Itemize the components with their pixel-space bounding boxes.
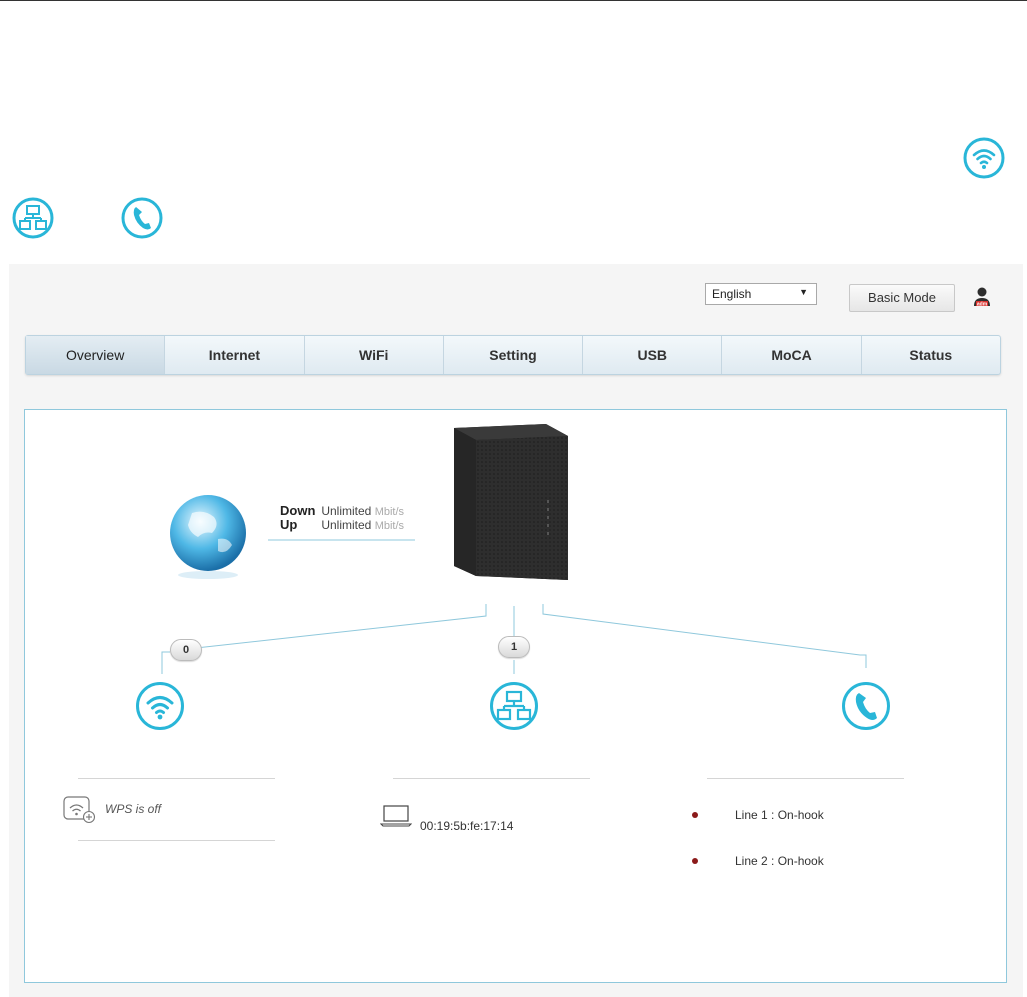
wps-status: WPS is off xyxy=(105,802,162,816)
down-value: Unlimited xyxy=(321,504,372,518)
lan-icon xyxy=(11,196,55,240)
svg-text:adm: adm xyxy=(977,301,988,307)
line-2-status: Line 2 : On-hook xyxy=(735,854,824,868)
tab-setting[interactable]: Setting xyxy=(444,336,584,374)
wifi-divider-bottom xyxy=(78,840,275,841)
device-mac: 00:19:5b:fe:17:14 xyxy=(420,819,514,833)
user-icon[interactable]: adm xyxy=(970,285,994,309)
globe-icon xyxy=(162,489,254,581)
main-tabs: Overview Internet WiFi Setting USB MoCA … xyxy=(25,335,1001,375)
line-1-status-dot xyxy=(692,812,698,818)
up-value: Unlimited xyxy=(321,518,372,532)
wifi-icon[interactable] xyxy=(134,680,186,737)
tab-overview[interactable]: Overview xyxy=(26,336,166,374)
line-2-status-dot xyxy=(692,858,698,864)
chevron-down-icon: ▼ xyxy=(799,287,808,297)
lan-icon[interactable] xyxy=(488,680,540,737)
wps-icon[interactable] xyxy=(63,796,97,824)
up-unit: Mbit/s xyxy=(374,520,405,532)
wifi-count-badge: 0 xyxy=(170,639,202,661)
tab-wifi[interactable]: WiFi xyxy=(305,336,444,374)
phone-icon xyxy=(120,196,164,240)
tab-moca[interactable]: MoCA xyxy=(722,336,862,374)
down-speed: Down Unlimited Mbit/s xyxy=(280,503,404,518)
language-value: English xyxy=(712,287,752,301)
up-label: Up xyxy=(280,517,298,532)
laptop-icon xyxy=(379,805,413,827)
language-select[interactable]: English ▼ xyxy=(705,283,817,305)
wifi-divider-top xyxy=(78,778,275,779)
tab-internet[interactable]: Internet xyxy=(165,336,305,374)
router-image xyxy=(452,424,570,582)
lan-count-badge: 1 xyxy=(498,636,530,658)
up-speed: Up Unlimited Mbit/s xyxy=(280,517,404,532)
lan-divider xyxy=(393,778,590,779)
down-label: Down xyxy=(280,503,316,518)
top-rule xyxy=(0,0,1027,1)
line-1-status: Line 1 : On-hook xyxy=(735,808,824,822)
basic-mode-button[interactable]: Basic Mode xyxy=(849,284,955,312)
phone-divider xyxy=(707,778,904,779)
phone-icon[interactable] xyxy=(840,680,892,737)
tab-usb[interactable]: USB xyxy=(583,336,723,374)
wifi-icon xyxy=(962,136,1006,180)
tab-status[interactable]: Status xyxy=(862,336,1000,374)
